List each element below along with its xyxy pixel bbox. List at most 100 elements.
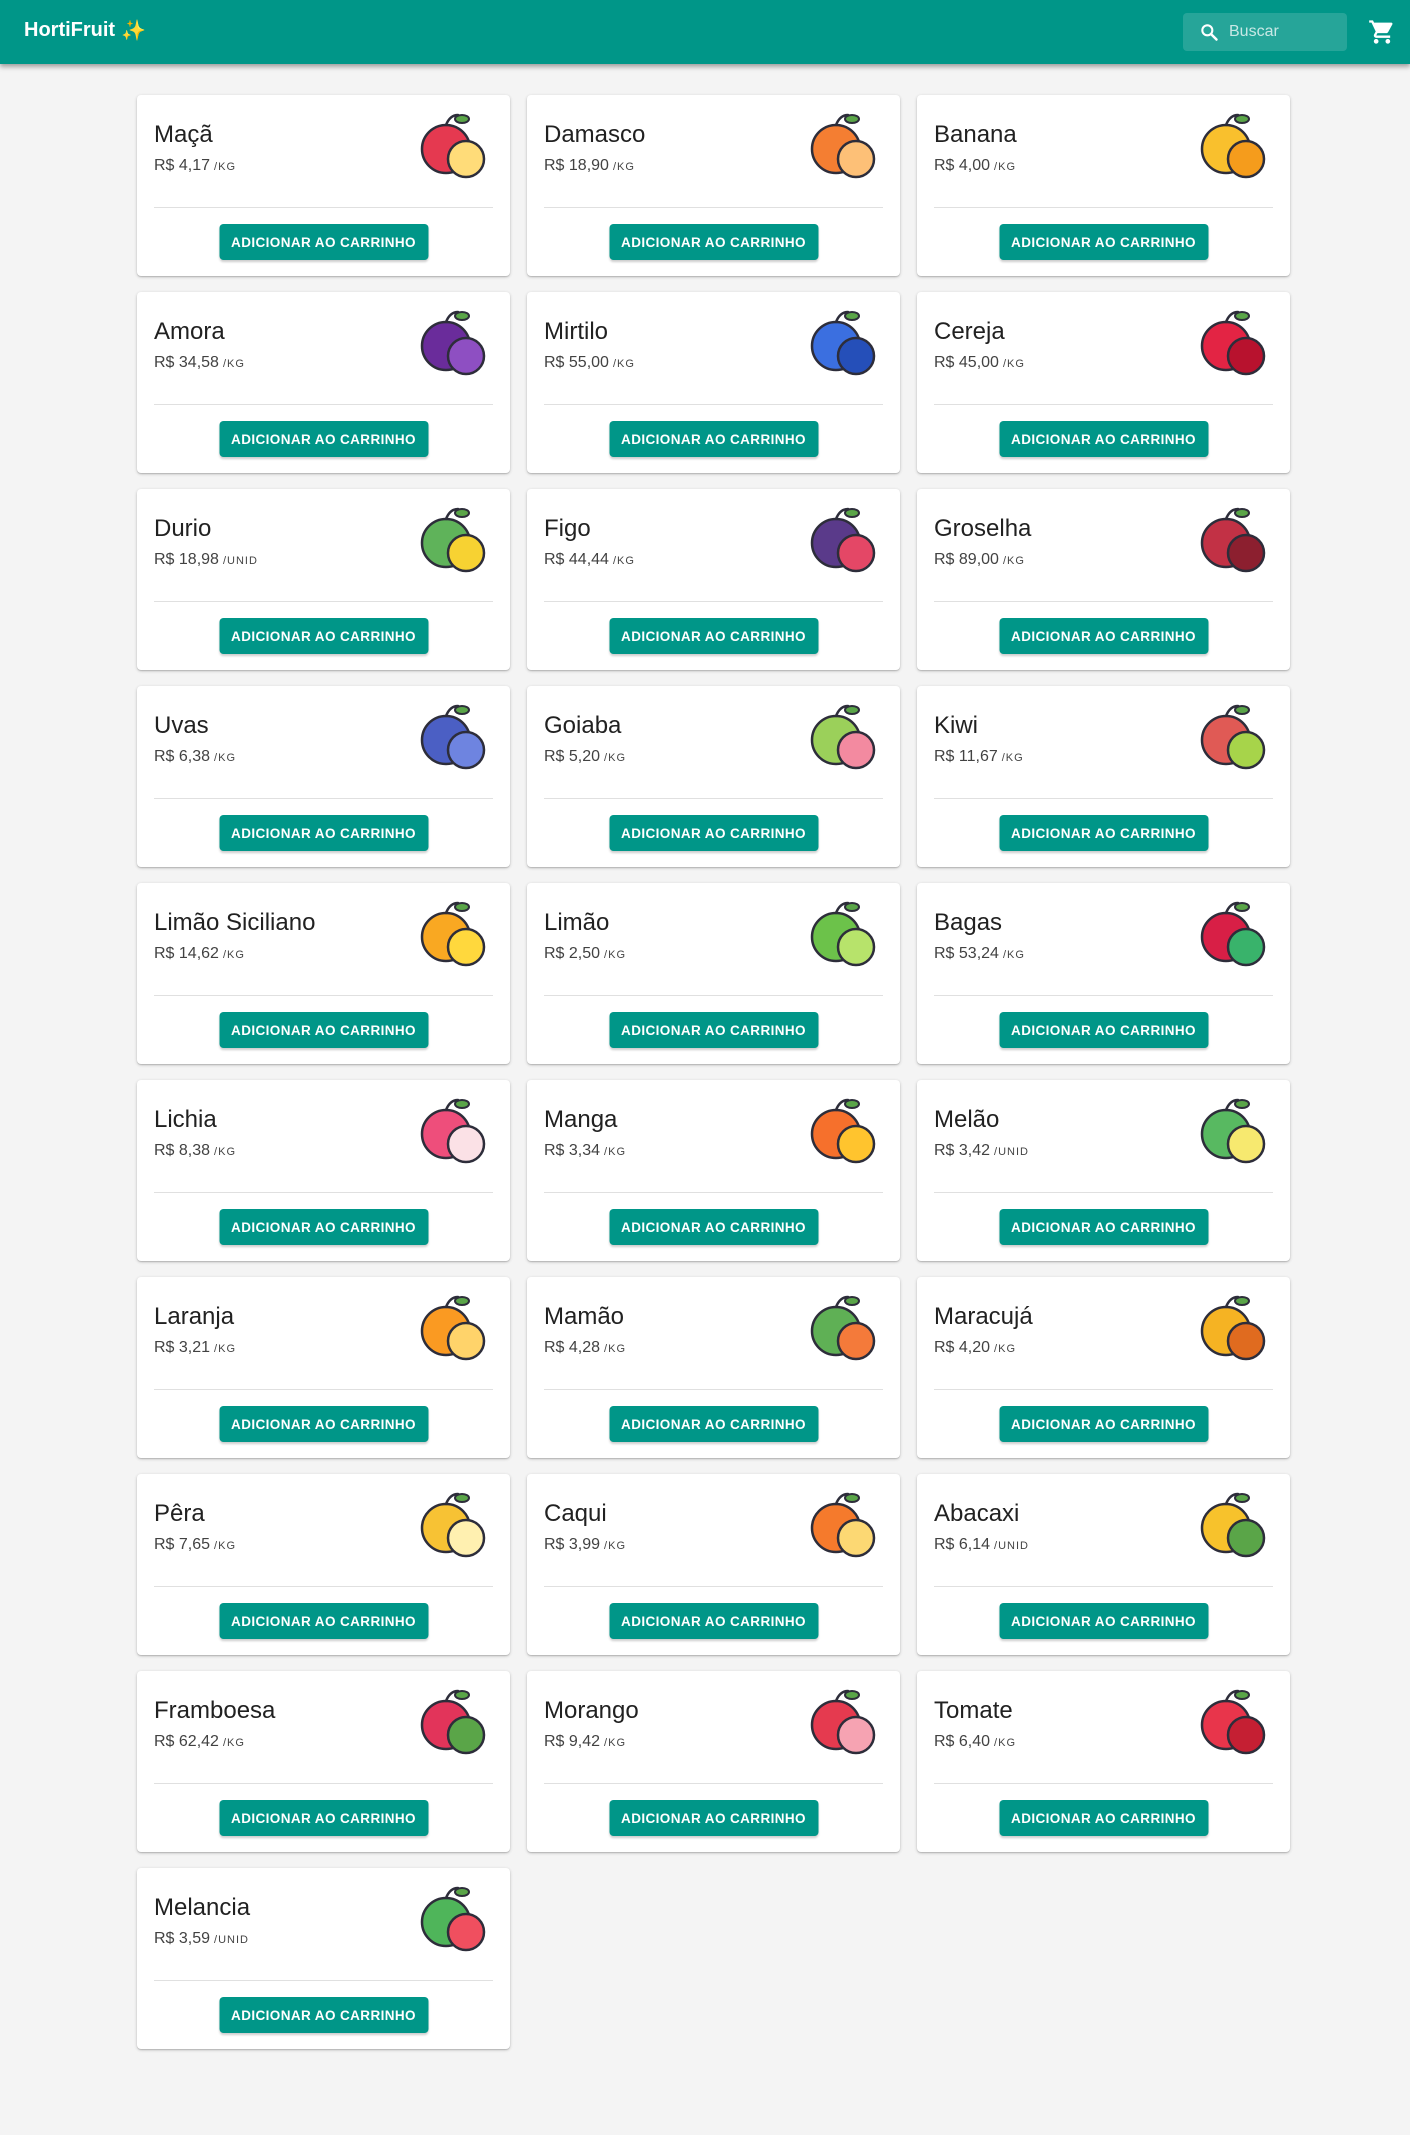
product-card: Melancia R$ 3,59/UNID ADICIONAR AO CARRI… [137, 1868, 510, 2049]
product-price: R$ 89,00/KG [934, 551, 1025, 569]
product-name: Durio [154, 515, 212, 542]
search-box[interactable] [1183, 13, 1347, 51]
product-card: Abacaxi R$ 6,14/UNID ADICIONAR AO CARRIN… [917, 1474, 1290, 1655]
price-value: R$ 18,90 [544, 157, 609, 174]
product-price: R$ 6,14/UNID [934, 1536, 1029, 1554]
add-to-cart-button[interactable]: ADICIONAR AO CARRINHO [999, 421, 1208, 457]
product-name: Figo [544, 515, 591, 542]
add-to-cart-button[interactable]: ADICIONAR AO CARRINHO [609, 618, 818, 654]
add-to-cart-button[interactable]: ADICIONAR AO CARRINHO [219, 421, 428, 457]
apricot-icon [810, 113, 876, 179]
add-to-cart-button[interactable]: ADICIONAR AO CARRINHO [999, 1012, 1208, 1048]
price-unit: /KG [1002, 358, 1025, 370]
add-to-cart-button[interactable]: ADICIONAR AO CARRINHO [999, 224, 1208, 260]
card-divider [934, 1389, 1273, 1390]
price-value: R$ 4,00 [934, 157, 991, 174]
orange-icon [420, 1295, 486, 1361]
card-divider [154, 995, 493, 996]
product-price: R$ 14,62/KG [154, 945, 245, 963]
add-to-cart-button[interactable]: ADICIONAR AO CARRINHO [609, 1406, 818, 1442]
add-to-cart-button[interactable]: ADICIONAR AO CARRINHO [219, 815, 428, 851]
product-card: Maracujá R$ 4,20/KG ADICIONAR AO CARRINH… [917, 1277, 1290, 1458]
strawberry-icon [810, 1689, 876, 1755]
product-price: R$ 34,58/KG [154, 354, 245, 372]
product-card: Maçã R$ 4,17/KG ADICIONAR AO CARRINHO [137, 95, 510, 276]
product-price: R$ 4,28/KG [544, 1339, 626, 1357]
card-divider [154, 798, 493, 799]
product-price: R$ 53,24/KG [934, 945, 1025, 963]
add-to-cart-button[interactable]: ADICIONAR AO CARRINHO [609, 1603, 818, 1639]
price-value: R$ 55,00 [544, 354, 609, 371]
add-to-cart-button[interactable]: ADICIONAR AO CARRINHO [999, 1800, 1208, 1836]
card-divider [544, 798, 883, 799]
product-card: Caqui R$ 3,99/KG ADICIONAR AO CARRINHO [527, 1474, 900, 1655]
product-card: Laranja R$ 3,21/KG ADICIONAR AO CARRINHO [137, 1277, 510, 1458]
product-card: Banana R$ 4,00/KG ADICIONAR AO CARRINHO [917, 95, 1290, 276]
add-to-cart-button[interactable]: ADICIONAR AO CARRINHO [609, 1800, 818, 1836]
grapes-icon [420, 704, 486, 770]
product-price: R$ 3,99/KG [544, 1536, 626, 1554]
card-divider [934, 207, 1273, 208]
price-value: R$ 3,42 [934, 1142, 991, 1159]
add-to-cart-button[interactable]: ADICIONAR AO CARRINHO [999, 1209, 1208, 1245]
add-to-cart-button[interactable]: ADICIONAR AO CARRINHO [999, 815, 1208, 851]
product-name: Manga [544, 1106, 618, 1133]
card-divider [154, 1586, 493, 1587]
add-to-cart-button[interactable]: ADICIONAR AO CARRINHO [999, 618, 1208, 654]
price-unit: /KG [222, 358, 245, 370]
add-to-cart-button[interactable]: ADICIONAR AO CARRINHO [609, 815, 818, 851]
price-value: R$ 53,24 [934, 945, 999, 962]
add-to-cart-button[interactable]: ADICIONAR AO CARRINHO [609, 224, 818, 260]
add-to-cart-button[interactable]: ADICIONAR AO CARRINHO [999, 1603, 1208, 1639]
product-price: R$ 3,59/UNID [154, 1930, 249, 1948]
add-to-cart-button[interactable]: ADICIONAR AO CARRINHO [609, 1209, 818, 1245]
price-unit: /UNID [222, 555, 258, 567]
price-unit: /KG [214, 1343, 236, 1355]
add-to-cart-button[interactable]: ADICIONAR AO CARRINHO [219, 224, 428, 260]
watermelon-icon [420, 1886, 486, 1952]
price-value: R$ 89,00 [934, 551, 999, 568]
price-unit: /KG [214, 1146, 236, 1158]
lime-icon [810, 901, 876, 967]
add-to-cart-button[interactable]: ADICIONAR AO CARRINHO [219, 618, 428, 654]
add-to-cart-button[interactable]: ADICIONAR AO CARRINHO [219, 1800, 428, 1836]
product-price: R$ 18,90/KG [544, 157, 635, 175]
product-name: Mirtilo [544, 318, 608, 345]
price-unit: /KG [1001, 752, 1024, 764]
add-to-cart-button[interactable]: ADICIONAR AO CARRINHO [219, 1603, 428, 1639]
product-name: Cereja [934, 318, 1005, 345]
product-price: R$ 8,38/KG [154, 1142, 236, 1160]
product-card: Goiaba R$ 5,20/KG ADICIONAR AO CARRINHO [527, 686, 900, 867]
product-price: R$ 45,00/KG [934, 354, 1025, 372]
add-to-cart-button[interactable]: ADICIONAR AO CARRINHO [999, 1406, 1208, 1442]
pineapple-icon [1200, 1492, 1266, 1558]
product-name: Amora [154, 318, 225, 345]
add-to-cart-button[interactable]: ADICIONAR AO CARRINHO [219, 1209, 428, 1245]
add-to-cart-button[interactable]: ADICIONAR AO CARRINHO [609, 421, 818, 457]
card-divider [934, 1783, 1273, 1784]
app-title[interactable]: HortiFruit ✨ [24, 18, 146, 43]
price-value: R$ 4,17 [154, 157, 211, 174]
price-unit: /KG [612, 161, 635, 173]
card-divider [544, 404, 883, 405]
product-price: R$ 44,44/KG [544, 551, 635, 569]
price-unit: /UNID [214, 1934, 249, 1946]
product-price: R$ 4,17/KG [154, 157, 236, 175]
add-to-cart-button[interactable]: ADICIONAR AO CARRINHO [219, 1012, 428, 1048]
price-unit: /UNID [994, 1540, 1029, 1552]
add-to-cart-button[interactable]: ADICIONAR AO CARRINHO [609, 1012, 818, 1048]
product-name: Pêra [154, 1500, 205, 1527]
card-divider [154, 404, 493, 405]
search-input[interactable] [1229, 23, 1339, 41]
gooseberry-icon [1200, 507, 1266, 573]
product-name: Goiaba [544, 712, 622, 739]
cart-icon[interactable] [1368, 18, 1396, 46]
add-to-cart-button[interactable]: ADICIONAR AO CARRINHO [219, 1997, 428, 2033]
price-value: R$ 3,34 [544, 1142, 601, 1159]
price-unit: /KG [214, 752, 236, 764]
add-to-cart-button[interactable]: ADICIONAR AO CARRINHO [219, 1406, 428, 1442]
price-value: R$ 6,40 [934, 1733, 991, 1750]
price-unit: /KG [1002, 949, 1025, 961]
card-divider [544, 1192, 883, 1193]
product-name: Maracujá [934, 1303, 1033, 1330]
